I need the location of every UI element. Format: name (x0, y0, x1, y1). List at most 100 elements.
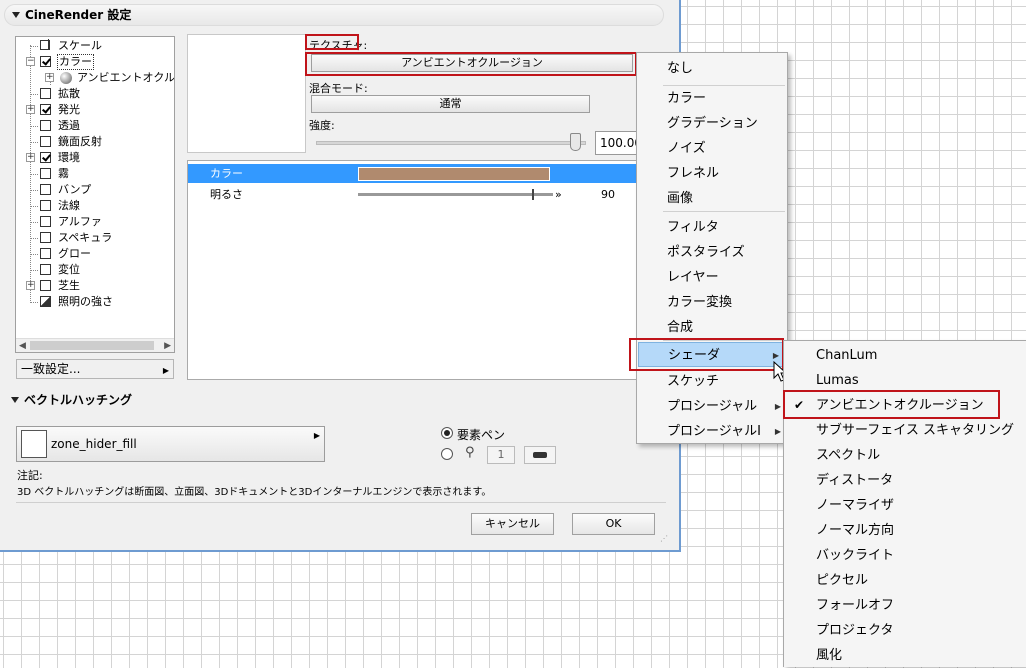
scroll-right-icon[interactable]: ▶ (164, 341, 171, 351)
submenu-item-normalizer[interactable]: ノーマライザ (816, 493, 894, 518)
menu-item-procedural[interactable]: プロシージャル ▶ (667, 394, 787, 419)
intensity-slider-track[interactable] (316, 141, 586, 145)
checkbox-bump[interactable] (40, 184, 51, 195)
tree-item-label: 環境 (58, 151, 80, 164)
checkbox-transparency[interactable] (40, 120, 51, 131)
submenu-item-projector[interactable]: プロジェクタ (816, 618, 893, 643)
collapse-triangle-icon[interactable] (12, 12, 20, 18)
tree-item-label: カラー (57, 54, 94, 70)
element-pen-label: 要素ペン (457, 428, 506, 442)
menu-item-color[interactable]: カラー (667, 86, 706, 111)
checkbox-luminance[interactable] (40, 104, 51, 115)
checkbox-alpha[interactable] (40, 216, 51, 227)
blend-mode-label: 混合モード: (309, 82, 368, 95)
property-row-color[interactable]: カラー (188, 164, 637, 183)
texture-button[interactable]: アンビエントオクルージョン (311, 54, 633, 72)
pen-icon: ⚲ (465, 445, 475, 460)
blend-mode-button[interactable]: 通常 (311, 95, 590, 113)
cancel-button[interactable]: キャンセル (471, 513, 554, 535)
checkbox-glow[interactable] (40, 248, 51, 259)
tree-item-label: アルファ (58, 215, 102, 228)
cinerender-section-header[interactable]: CineRender 設定 (4, 4, 664, 26)
menu-item-noise[interactable]: ノイズ (667, 136, 706, 161)
tree-horizontal-scrollbar[interactable]: ◀ ▶ (16, 338, 174, 352)
color-swatch[interactable] (358, 167, 550, 181)
scroll-left-icon[interactable]: ◀ (19, 341, 26, 351)
intensity-label: 強度: (309, 119, 335, 132)
submenu-item-normal-direction[interactable]: ノーマル方向 (816, 518, 894, 543)
submenu-item-distorter[interactable]: ディストータ (816, 468, 893, 493)
tree-item-label: スケール (58, 39, 102, 52)
menu-item-posterize[interactable]: ポスタライズ (667, 240, 745, 265)
submenu-item-weathering[interactable]: 風化 (816, 643, 842, 668)
submenu-item-backlight[interactable]: バックライト (816, 543, 894, 568)
submenu-item-pixel[interactable]: ピクセル (816, 568, 868, 593)
collapse-triangle-icon[interactable] (11, 397, 19, 403)
menu-item-color-correction[interactable]: カラー変換 (667, 290, 732, 315)
brightness-slider-thumb[interactable] (532, 189, 534, 200)
element-pen-radio[interactable] (441, 427, 453, 439)
submenu-item-subsurface-scattering[interactable]: サブサーフェイス スキャタリング (816, 418, 1014, 443)
menu-item-fresnel[interactable]: フレネル (667, 161, 719, 186)
texture-preview (187, 34, 306, 153)
expand-icon[interactable]: + (26, 153, 35, 162)
checkbox-reflection[interactable] (40, 136, 51, 147)
checkbox-specular[interactable] (40, 232, 51, 243)
submenu-item-falloff[interactable]: フォールオフ (816, 593, 894, 618)
channel-tree[interactable]: スケール − カラー + アンビエントオクルージョ 拡散 + 発光 (15, 36, 175, 353)
expand-icon[interactable]: + (26, 105, 35, 114)
menu-item-procedural-i[interactable]: プロシージャルI ▶ (667, 419, 787, 444)
tree-item-label: 鏡面反射 (58, 135, 102, 148)
tree-item-label: 変位 (58, 263, 80, 276)
brightness-slider-track[interactable] (358, 193, 553, 196)
menu-item-layer[interactable]: レイヤー (667, 265, 719, 290)
section-title: ベクトルハッチング (24, 393, 133, 407)
texture-label: テクスチャ: (309, 39, 368, 52)
double-chevron-icon[interactable]: » (555, 185, 562, 204)
checkbox-normal[interactable] (40, 200, 51, 211)
menu-item-fusion[interactable]: 合成 (667, 315, 693, 340)
intensity-value-field[interactable]: 100.00 (595, 131, 640, 155)
shader-submenu[interactable]: ChanLum Lumas ✔ アンビエントオクルージョン サブサーフェイス ス… (783, 340, 1026, 667)
submenu-item-lumas[interactable]: Lumas (816, 368, 859, 393)
checkbox-grass[interactable] (40, 280, 51, 291)
shader-properties-list[interactable]: カラー 明るさ » 90 (187, 160, 637, 380)
checkbox-fog[interactable] (40, 168, 51, 179)
brightness-value: 90 (601, 188, 615, 201)
match-settings-label: 一致設定... (21, 362, 81, 376)
intensity-slider-thumb[interactable] (570, 133, 581, 151)
expand-icon[interactable]: + (45, 73, 54, 82)
checkmark-icon: ✔ (794, 398, 805, 412)
ok-button[interactable]: OK (572, 513, 655, 535)
submenu-item-chanlum[interactable]: ChanLum (816, 343, 877, 368)
property-row-brightness[interactable]: 明るさ » 90 (188, 185, 637, 204)
custom-pen-radio[interactable] (441, 448, 453, 460)
collapse-icon[interactable]: − (26, 57, 35, 66)
chevron-right-icon: ▶ (162, 366, 169, 375)
menu-item-none[interactable]: なし (667, 56, 693, 81)
menu-item-label: プロシージャルI (667, 424, 761, 439)
checkbox-color[interactable] (40, 56, 51, 67)
menu-item-image[interactable]: 画像 (667, 186, 693, 211)
expand-icon[interactable]: + (26, 281, 35, 290)
pen-swatch[interactable] (524, 446, 556, 464)
menu-item-filter[interactable]: フィルタ (667, 215, 719, 240)
vector-hatching-section-header[interactable]: ベクトルハッチング (4, 390, 664, 412)
surface-swatch (21, 430, 47, 458)
menu-item-gradient[interactable]: グラデーション (667, 111, 758, 136)
checkbox-displacement[interactable] (40, 264, 51, 275)
match-settings-button[interactable]: 一致設定... ▶ (16, 359, 174, 379)
submenu-arrow-icon: ▶ (774, 427, 781, 436)
texture-type-menu[interactable]: なし カラー グラデーション ノイズ フレネル 画像 フィルタ ポスタライズ レ… (636, 52, 788, 444)
menu-item-shader[interactable]: シェーダ ▶ (638, 342, 786, 367)
submenu-item-spectral[interactable]: スペクトル (816, 443, 880, 468)
submenu-item-ambient-occlusion[interactable]: ✔ アンビエントオクルージョン (784, 393, 1024, 418)
separator (16, 502, 666, 503)
checkbox-environment[interactable] (40, 152, 51, 163)
surface-picker-button[interactable]: zone_hider_fill ▶ (16, 426, 325, 462)
pen-number-field[interactable]: 1 (487, 446, 515, 464)
scrollbar-thumb[interactable] (30, 341, 154, 350)
menu-item-sketch[interactable]: スケッチ (667, 369, 787, 394)
resize-grip-icon[interactable]: ⋰ (660, 534, 668, 543)
checkbox-diffuse[interactable] (40, 88, 51, 99)
